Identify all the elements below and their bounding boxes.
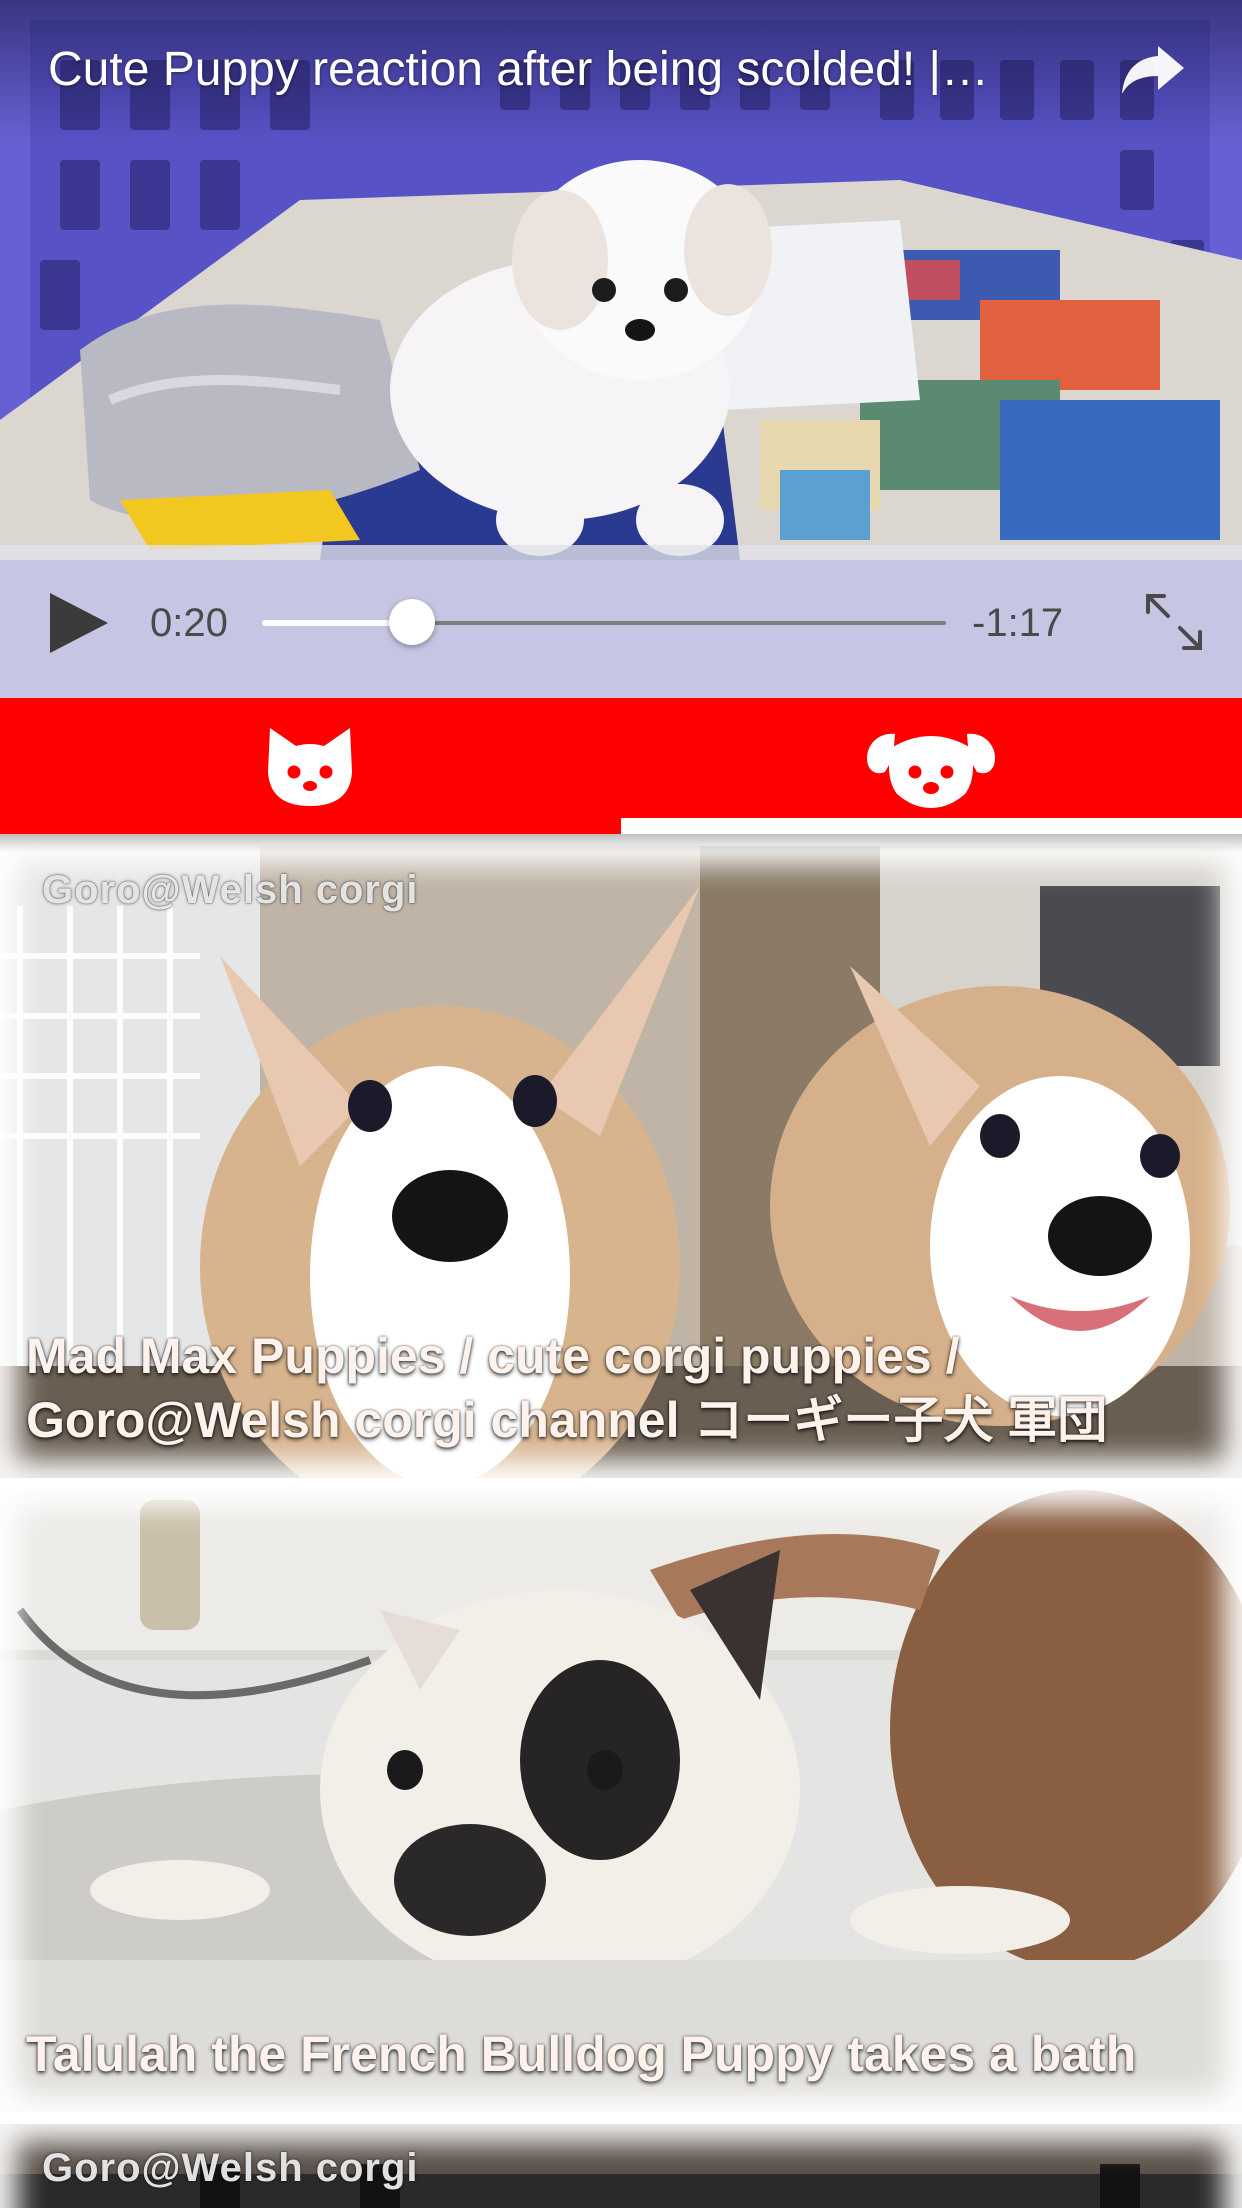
channel-watermark: Goro@Welsh corgi bbox=[42, 868, 419, 912]
thumbnail-vignette bbox=[0, 1490, 1242, 2112]
video-title[interactable]: Cute Puppy reaction after being scolded!… bbox=[48, 40, 1108, 100]
video-feed[interactable]: Goro@Welsh corgi Mad Max Puppies / cute … bbox=[0, 834, 1242, 2208]
expand-icon[interactable] bbox=[1142, 590, 1206, 654]
current-time: 0:20 bbox=[150, 601, 228, 645]
progress-scrubber[interactable] bbox=[262, 599, 946, 645]
scrubber-thumb[interactable] bbox=[389, 599, 436, 645]
play-icon[interactable] bbox=[44, 589, 112, 657]
video-card-title: Talulah the French Bulldog Puppy takes a… bbox=[26, 2026, 1137, 2082]
dog-face-icon bbox=[867, 733, 995, 808]
video-player[interactable]: Cute Puppy reaction after being scolded!… bbox=[0, 0, 1242, 698]
playback-controls: 0:20 -1:17 bbox=[0, 545, 1242, 698]
category-tab-bar bbox=[0, 698, 1242, 834]
channel-watermark: Goro@Welsh corgi bbox=[42, 2146, 419, 2190]
remaining-time: -1:17 bbox=[972, 601, 1064, 645]
cat-face-icon bbox=[268, 728, 352, 806]
video-card-title: Mad Max Puppies / cute corgi puppies / G… bbox=[26, 1328, 1108, 1448]
video-card[interactable]: Goro@Welsh corgi bbox=[0, 2124, 1242, 2208]
tab-cats[interactable] bbox=[0, 698, 621, 834]
video-card[interactable]: Talulah the French Bulldog Puppy takes a… bbox=[0, 1490, 1242, 2112]
share-arrow-icon[interactable] bbox=[1118, 40, 1188, 100]
selected-tab-indicator bbox=[621, 818, 1242, 834]
video-card[interactable]: Goro@Welsh corgi Mad Max Puppies / cute … bbox=[0, 846, 1242, 1478]
feed-shadow bbox=[0, 834, 1242, 852]
tab-dogs[interactable] bbox=[621, 698, 1242, 834]
